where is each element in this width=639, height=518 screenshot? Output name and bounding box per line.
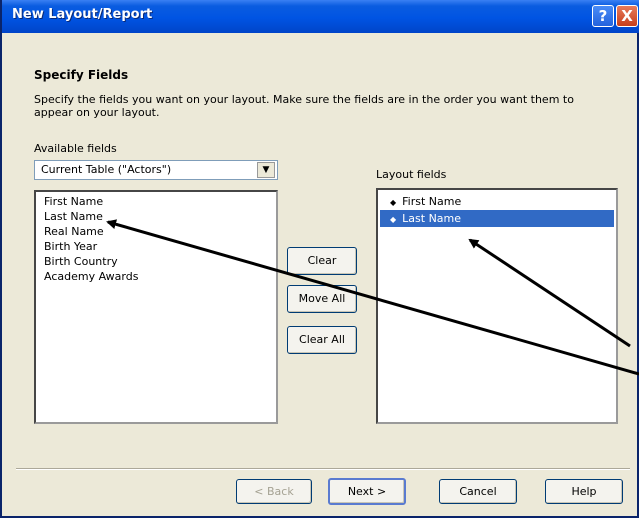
arrow-to-layout-last-name xyxy=(468,238,631,348)
annotation-arrows xyxy=(106,219,639,376)
